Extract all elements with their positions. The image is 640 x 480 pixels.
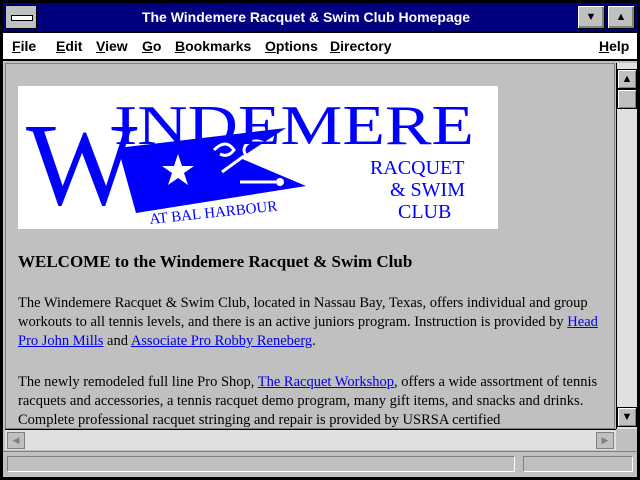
menu-file[interactable]: File	[12, 33, 36, 59]
logo-sub1: RACQUET	[370, 157, 464, 179]
system-menu-icon	[11, 15, 33, 21]
associate-pro-link[interactable]: Associate Pro Robby Reneberg	[131, 333, 312, 349]
club-logo-graphic: W INDEMERE RACQUET & SWIM CLUB AT BAL HA…	[26, 95, 474, 230]
window-title: The Windemere Racquet & Swim Club Homepa…	[141, 9, 471, 25]
vertical-scrollbar[interactable]: ▲ ▼	[616, 63, 637, 429]
menu-go-label: o	[152, 38, 162, 54]
logo-word: INDEMERE	[114, 95, 474, 157]
system-menu-button[interactable]	[5, 5, 37, 29]
ball-icon	[276, 178, 284, 186]
menu-help[interactable]: Help	[599, 33, 629, 59]
proshop-text-1: The newly remodeled full line Pro Shop,	[18, 374, 258, 390]
menu-view-label: iew	[105, 38, 128, 54]
status-message-field	[7, 456, 515, 472]
menu-edit[interactable]: Edit	[56, 33, 82, 59]
proshop-paragraph: The newly remodeled full line Pro Shop, …	[18, 373, 602, 428]
page-heading: WELCOME to the Windemere Racquet & Swim …	[18, 252, 413, 271]
scroll-right-button[interactable]: ▶	[596, 432, 614, 449]
scroll-up-button[interactable]: ▲	[617, 69, 637, 89]
triangle-up-icon: ▲	[615, 11, 627, 23]
maximize-button[interactable]: ▲	[607, 5, 635, 29]
intro-text-1: The Windemere Racquet & Swim Club, locat…	[18, 295, 588, 330]
menu-edit-accel: E	[56, 38, 66, 54]
menu-view[interactable]: View	[96, 33, 128, 59]
scroll-down-button[interactable]: ▼	[617, 407, 637, 427]
scroll-thumb[interactable]	[617, 89, 637, 109]
menu-directory[interactable]: Directory	[330, 33, 391, 59]
status-progress-field	[523, 456, 633, 472]
logo-sub2: & SWIM	[390, 179, 465, 201]
menu-file-label: ile	[20, 38, 37, 54]
scroll-left-button[interactable]: ◀	[7, 432, 25, 449]
menu-file-accel: F	[12, 38, 21, 54]
menu-view-accel: V	[96, 38, 106, 54]
menu-bookmarks[interactable]: Bookmarks	[175, 33, 251, 59]
menu-bookmarks-accel: B	[175, 38, 186, 54]
intro-paragraph: The Windemere Racquet & Swim Club, locat…	[18, 294, 602, 351]
menu-bar: File Edit View Go Bookmarks Options Dire…	[3, 33, 637, 61]
browser-window: The Windemere Racquet & Swim Club Homepa…	[0, 0, 640, 480]
menu-go[interactable]: Go	[142, 33, 161, 59]
menu-edit-label: dit	[65, 38, 83, 54]
menu-options[interactable]: Options	[265, 33, 318, 59]
racquet-workshop-link[interactable]: The Racquet Workshop	[258, 374, 394, 390]
arrow-right-icon: ▶	[601, 435, 609, 445]
triangle-down-icon: ▼	[585, 11, 597, 23]
arrow-up-icon: ▲	[621, 73, 633, 85]
arrow-down-icon: ▼	[621, 411, 633, 423]
menu-directory-accel: D	[330, 38, 341, 54]
menu-help-label: elp	[609, 38, 630, 54]
intro-text-3: .	[312, 333, 316, 349]
page-content[interactable]: W INDEMERE RACQUET & SWIM CLUB AT BAL HA…	[5, 63, 615, 429]
menu-options-accel: O	[265, 38, 276, 54]
scrollbar-corner	[616, 429, 637, 450]
title-bar[interactable]: The Windemere Racquet & Swim Club Homepa…	[3, 3, 637, 33]
menu-options-label: ptions	[275, 38, 318, 54]
intro-text-2: and	[103, 333, 131, 349]
arrow-left-icon: ◀	[12, 435, 20, 445]
status-bar	[3, 451, 637, 477]
menu-help-accel: H	[599, 38, 610, 54]
menu-go-accel: G	[142, 38, 153, 54]
minimize-button[interactable]: ▼	[577, 5, 605, 29]
logo-sub3: CLUB	[398, 201, 451, 223]
menu-directory-label: irectory	[340, 38, 392, 54]
horizontal-scrollbar[interactable]: ◀ ▶	[5, 429, 616, 450]
menu-bookmarks-label: ookmarks	[185, 38, 252, 54]
club-logo: W INDEMERE RACQUET & SWIM CLUB AT BAL HA…	[18, 86, 498, 230]
